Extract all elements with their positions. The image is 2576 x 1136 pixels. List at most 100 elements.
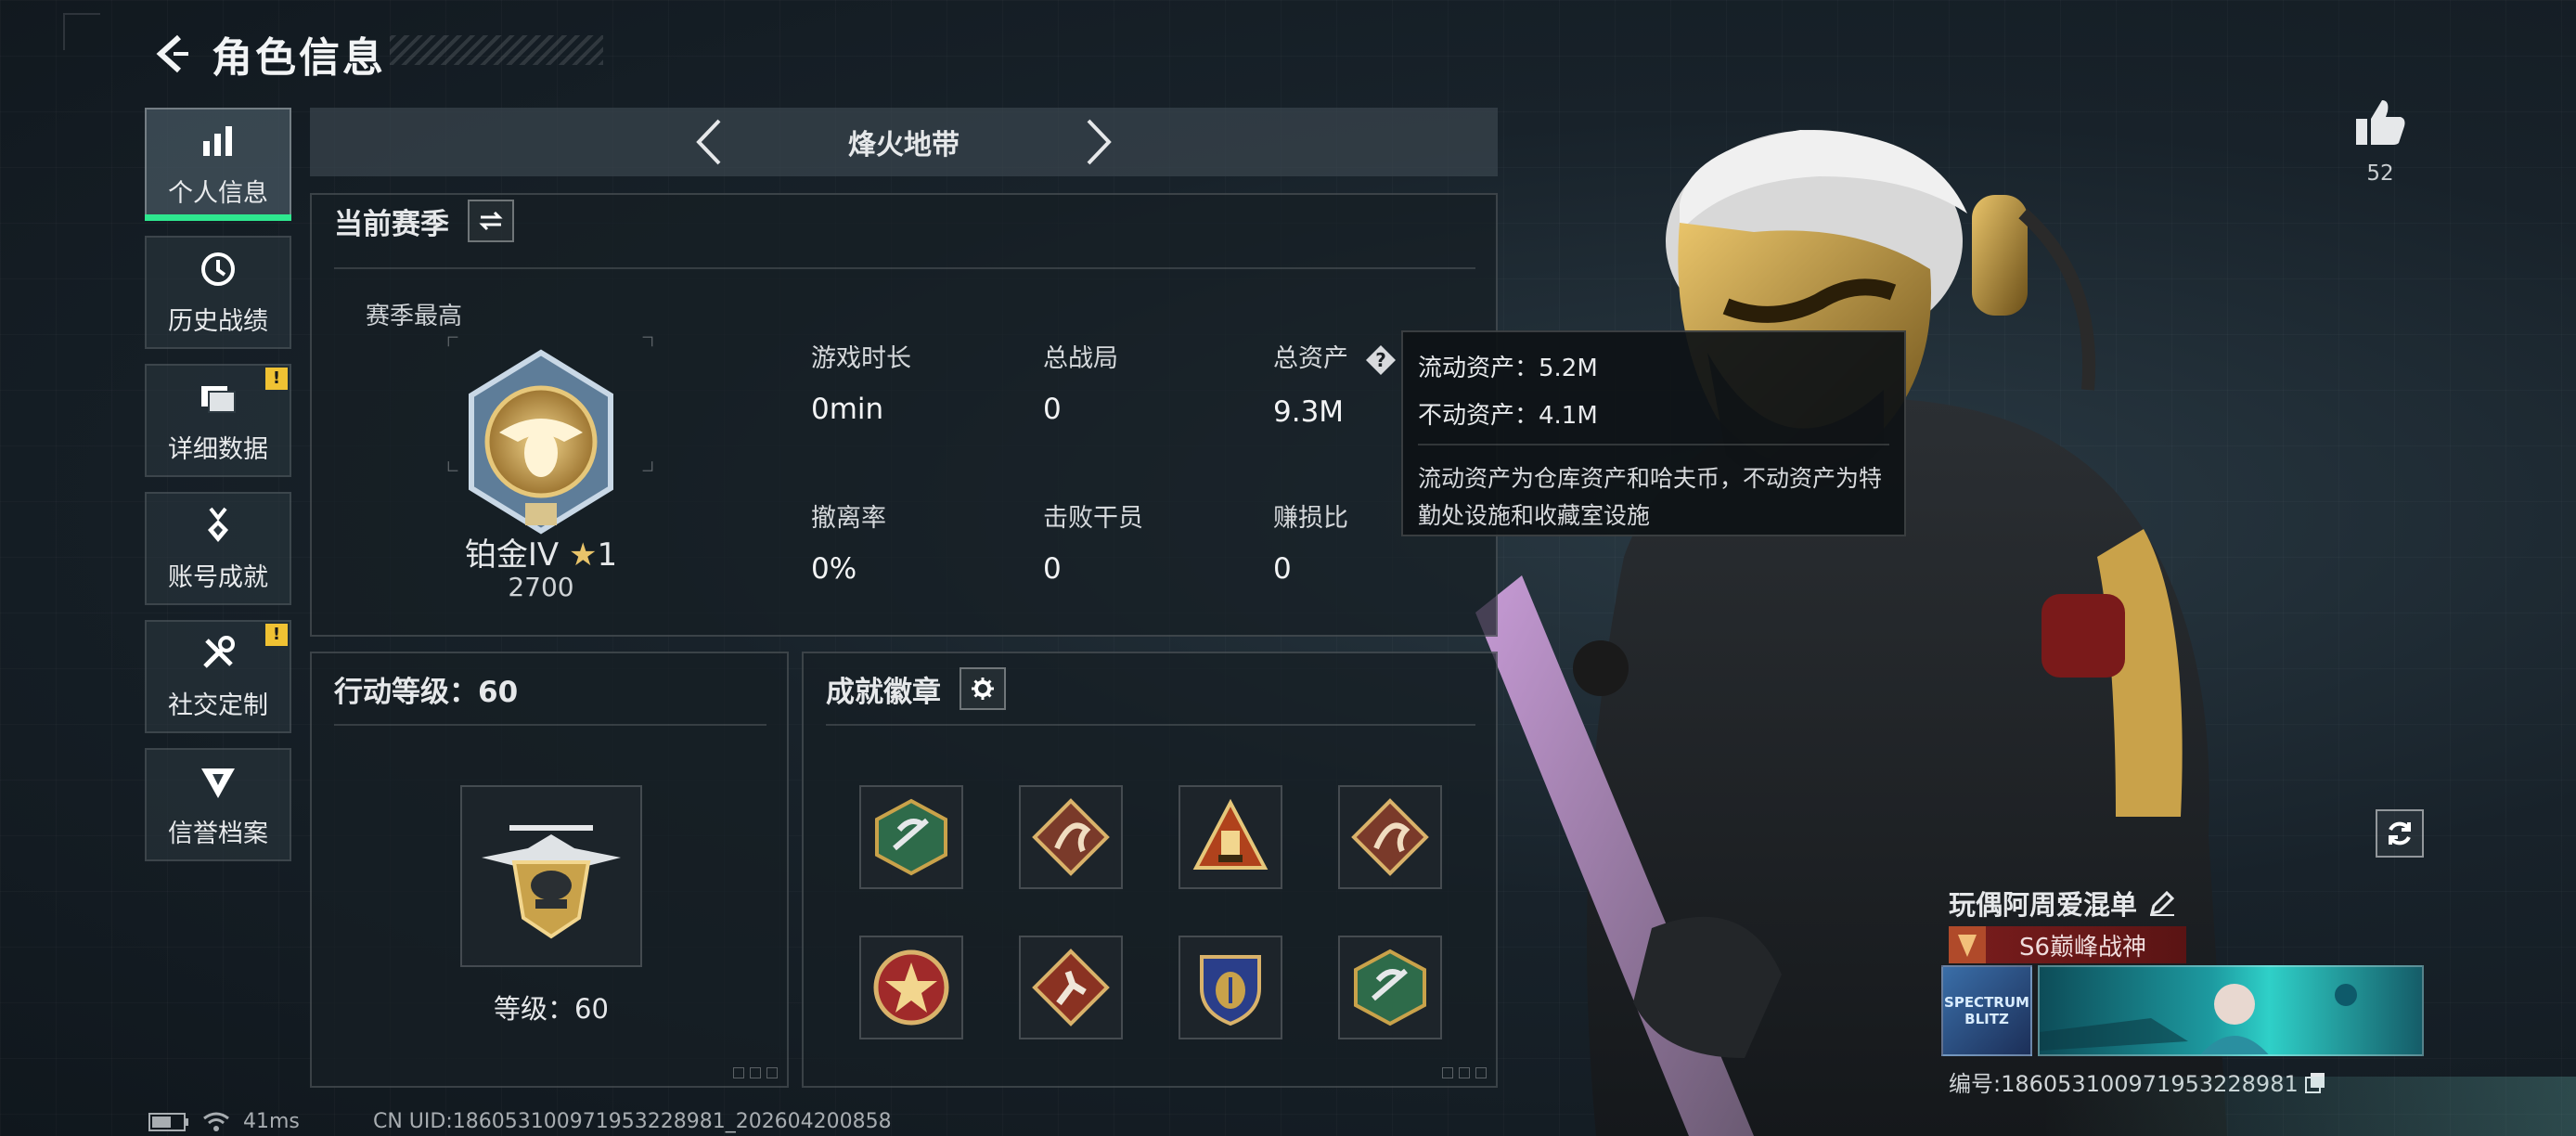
achievement-badge-7[interactable] (1179, 936, 1282, 1039)
level-title: 行动等级：60 (334, 675, 519, 709)
sidebar-item-label: 详细数据 (168, 434, 268, 464)
stat-play-time: 游戏时长 0min (811, 338, 911, 426)
sidebar-item-label: 账号成就 (168, 562, 268, 592)
medal-icon (198, 505, 238, 546)
rank-tier-text: 铂金IV (464, 536, 560, 574)
panel-corner-decoration (1442, 1067, 1487, 1078)
warning-badge: ! (265, 368, 288, 390)
battery-icon (148, 1112, 188, 1131)
stat-value: 0% (811, 552, 857, 586)
helicopter-badge-icon (482, 825, 621, 939)
dragon-badge-icon (1032, 798, 1110, 876)
tools-icon (198, 633, 238, 674)
stat-label: 总战局 (1043, 344, 1118, 373)
achievement-badges-panel: 成就徽章 (802, 652, 1498, 1088)
wifi-icon (203, 1112, 229, 1131)
star-icon: ★ (568, 536, 598, 574)
back-button[interactable] (148, 29, 195, 79)
help-icon[interactable]: ? (1364, 343, 1397, 377)
sidebar-item-label: 信誉档案 (168, 819, 268, 848)
achievement-badge-5[interactable] (859, 936, 963, 1039)
level-badge (460, 785, 642, 967)
season-title: 当前赛季 (334, 207, 449, 241)
svg-text:?: ? (1375, 349, 1386, 371)
sidebar-item-social[interactable]: ! 社交定制 (145, 620, 291, 733)
mode-next-button[interactable] (1071, 114, 1127, 170)
edit-icon[interactable] (2148, 889, 2176, 917)
achievement-title: 成就徽章 (826, 675, 941, 709)
player-title-text: S6巅峰战神 (2019, 933, 2147, 962)
emblem-icon (198, 761, 238, 802)
sidebar-item-achievements[interactable]: 账号成就 (145, 492, 291, 605)
liquid-assets-text: 流动资产：5.2M (1418, 355, 1598, 382)
stat-label: 击败干员 (1043, 504, 1143, 533)
achievement-badge-8[interactable] (1338, 936, 1442, 1039)
clock-icon (198, 249, 238, 290)
mode-prev-button[interactable] (681, 114, 737, 170)
achievement-badge-6[interactable] (1019, 936, 1123, 1039)
season-best-label: 赛季最高 (366, 303, 463, 330)
achievement-badge-1[interactable] (859, 785, 963, 889)
achievement-badge-2[interactable] (1019, 785, 1123, 889)
tower-badge-icon (1192, 798, 1269, 870)
status-bar: 41ms (148, 1110, 300, 1133)
achievement-badge-3[interactable] (1179, 785, 1282, 889)
sidebar-item-label: 社交定制 (168, 691, 268, 720)
chevron-right-icon (1087, 119, 1112, 165)
stat-label-text: 总资产 (1273, 344, 1348, 373)
stat-total-matches: 总战局 0 (1043, 338, 1118, 426)
fixed-assets-text: 不动资产：4.1M (1418, 402, 1598, 430)
wasp-badge-icon (875, 798, 947, 876)
sidebar-item-history[interactable]: 历史战绩 (145, 236, 291, 349)
stat-label: 游戏时长 (811, 344, 911, 373)
rank-emblem-icon (1949, 926, 1986, 963)
sidebar-item-personal-info[interactable]: 个人信息 (145, 108, 291, 221)
refresh-button[interactable] (2376, 809, 2424, 858)
season-panel-header: 当前赛季 (312, 195, 1496, 247)
mode-title: 烽火地带 (848, 129, 960, 161)
rank-score: 2700 (508, 572, 574, 602)
divider (1418, 444, 1889, 445)
sidebar-item-reputation[interactable]: 信誉档案 (145, 748, 291, 861)
event-banner-image (2038, 965, 2424, 1056)
level-text: 等级：60 (494, 993, 609, 1025)
shield-badge-icon (1200, 955, 1261, 1026)
divider (826, 724, 1475, 726)
title-decoration (390, 35, 603, 65)
sidebar: 个人信息 历史战绩 ! 详细数据 账号成就 ! 社交定制 信誉档案 (145, 108, 291, 876)
assets-tooltip: 流动资产：5.2M 不动资产：4.1M 流动资产为仓库资产和哈夫币，不动资产为特… (1401, 330, 1906, 536)
rank-name: 铂金IV ★1 (367, 529, 715, 574)
player-name: 玩偶阿周爱混单 (1949, 884, 2176, 923)
stat-value: 0 (1043, 552, 1062, 586)
refresh-icon (2389, 821, 2411, 846)
stat-label: 赚损比 (1273, 504, 1348, 533)
ping-text: 41ms (243, 1110, 300, 1133)
like-count: 52 (2366, 161, 2394, 186)
background-glow (2041, 1077, 2576, 1136)
platinum-rank-badge-icon (469, 349, 613, 535)
achievement-settings-button[interactable] (960, 667, 1006, 710)
stat-value: 0min (811, 393, 884, 426)
stat-extract-rate: 撤离率 0% (811, 497, 886, 586)
switch-season-button[interactable] (468, 200, 514, 242)
rank-stars: 1 (597, 536, 618, 574)
level-panel-header: 行动等级：60 (312, 663, 787, 715)
stat-value: 0 (1043, 393, 1062, 426)
stat-value: 9.3M (1273, 394, 1345, 429)
stat-total-assets: 总资产 ? 9.3M (1273, 338, 1397, 429)
header: 角色信息 (148, 26, 386, 82)
gear-icon (972, 678, 994, 700)
player-banner[interactable]: SPECTRUM BLITZ (1941, 965, 2424, 1056)
star-badge-icon (873, 949, 949, 1026)
sidebar-item-label: 历史战绩 (168, 306, 268, 336)
swap-icon (479, 211, 503, 231)
corner-decoration (63, 13, 100, 50)
achievement-badge-4[interactable] (1338, 785, 1442, 889)
runner-badge-icon (1032, 949, 1110, 1026)
folder-icon (198, 377, 238, 418)
like-button[interactable]: 52 (2348, 98, 2413, 186)
sidebar-item-label: 个人信息 (168, 178, 268, 208)
back-arrow-icon (156, 34, 188, 73)
account-uid: CN UID:1860531009719532289​81_2026042008… (373, 1110, 892, 1133)
sidebar-item-detailed-data[interactable]: ! 详细数据 (145, 364, 291, 477)
